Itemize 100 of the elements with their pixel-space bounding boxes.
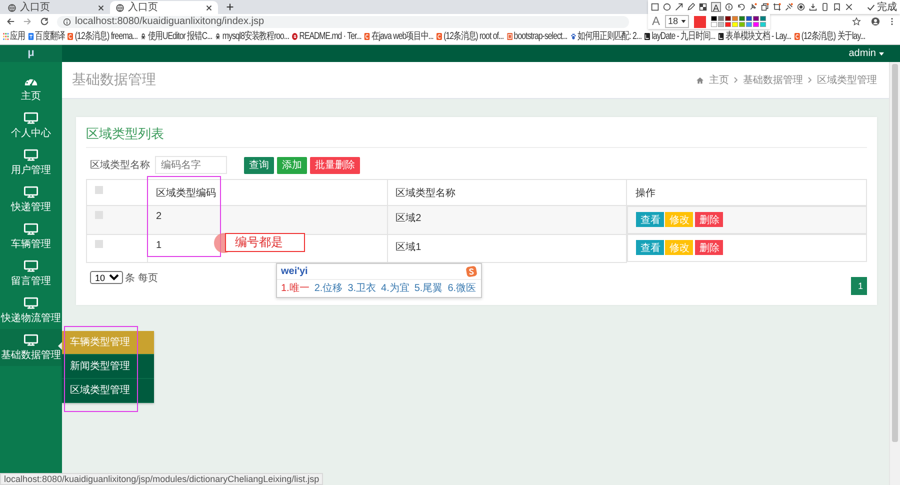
breadcrumb-item[interactable]: 基础数据管理 (743, 73, 803, 87)
circle-icon[interactable] (663, 3, 671, 11)
scrollbar[interactable] (889, 62, 900, 485)
bookmark[interactable]: 在java web项目中... (364, 30, 434, 42)
view-button[interactable]: 查看 (636, 240, 664, 255)
add-button[interactable]: 添加 (277, 156, 307, 174)
arrow-icon[interactable] (675, 3, 683, 11)
color-swatch[interactable] (718, 22, 724, 27)
page-size-label: 条 每页 (125, 272, 158, 284)
bookmark[interactable]: 如何用正则匹配: 2... (570, 30, 642, 42)
sidebar-item[interactable]: 车辆管理 (0, 218, 62, 255)
pin-icon[interactable] (785, 3, 793, 11)
pencil-icon[interactable] (687, 3, 695, 11)
mosaic-icon[interactable] (699, 3, 707, 11)
sidebar-item[interactable]: 留言管理 (0, 255, 62, 292)
ime-candidate[interactable]: 4.为宜 (381, 281, 410, 295)
text-tool[interactable]: A (711, 2, 721, 12)
submenu-item[interactable]: 区域类型管理 (62, 379, 154, 403)
color-swatch[interactable] (753, 16, 759, 21)
undo-icon[interactable] (737, 3, 745, 11)
bookmark[interactable]: layDate - 九日时间... (644, 30, 716, 42)
checkbox[interactable] (95, 186, 103, 194)
close-icon[interactable] (206, 4, 212, 10)
bookmark[interactable]: 百度翻译 (28, 30, 65, 42)
sidebar-item[interactable]: 快递管理 (0, 181, 62, 218)
color-swatch[interactable] (711, 16, 717, 21)
color-swatch[interactable] (739, 16, 745, 21)
star-icon[interactable] (852, 17, 861, 26)
menu-icon[interactable] (890, 17, 894, 26)
page-title: 基础数据管理 (72, 71, 156, 89)
close-icon[interactable] (98, 4, 104, 10)
bookmark[interactable]: bootstrap-select... (506, 30, 568, 42)
font-size-select[interactable]: 18 (665, 15, 690, 28)
color-swatch[interactable] (711, 22, 717, 27)
delete-button[interactable]: 删除 (695, 240, 724, 255)
color-swatch[interactable] (760, 16, 766, 21)
color-swatch[interactable] (746, 16, 752, 21)
bookmark[interactable]: 应用 (3, 30, 25, 42)
search-button[interactable]: 查询 (244, 156, 274, 174)
phone-icon[interactable] (821, 3, 829, 11)
eye-icon[interactable] (797, 3, 805, 11)
browser-tab[interactable]: 入口页 (2, 1, 110, 14)
close-icon[interactable] (845, 3, 853, 11)
color-swatch[interactable] (753, 22, 759, 27)
bookmark[interactable]: 表单模块文档 - Lay... (718, 30, 792, 42)
color-swatch[interactable] (760, 22, 766, 27)
bookmark[interactable]: mysql8安装教程roo... (215, 30, 290, 42)
done-button[interactable]: 完成 (867, 0, 897, 14)
delete-button[interactable]: 删除 (695, 212, 724, 227)
ime-candidate[interactable]: 2.位移 (314, 281, 343, 295)
crop-icon[interactable] (773, 3, 781, 11)
color-swatch[interactable] (725, 22, 731, 27)
back-icon[interactable] (6, 17, 15, 26)
breadcrumb-item[interactable]: 主页 (709, 73, 729, 87)
ime-candidate[interactable]: 5.尾翼 (414, 281, 443, 295)
bookmark[interactable]: README.md · Ter... (292, 30, 362, 42)
bookmark[interactable]: (12条消息) root of... (436, 30, 504, 42)
current-color-swatch[interactable] (694, 16, 706, 28)
pin-icon[interactable] (749, 3, 757, 11)
bookmark-icon[interactable] (833, 3, 841, 11)
new-tab-icon[interactable] (226, 3, 234, 11)
user-menu[interactable]: admin (848, 45, 900, 62)
app-logo[interactable]: μ (0, 45, 62, 62)
bookmark[interactable]: 使用UEditor 报错C... (140, 30, 212, 42)
profile-icon[interactable] (871, 17, 880, 26)
search-field[interactable]: 编码名字 (155, 156, 227, 174)
color-swatch[interactable] (725, 16, 731, 21)
ime-candidate[interactable]: 3.卫衣 (348, 281, 376, 295)
bookmark[interactable]: (12条消息) 关于lay... (794, 30, 866, 42)
address-field[interactable]: localhost:8080/kuaidiguanlixitong/index.jsp (57, 16, 629, 28)
color-swatch[interactable] (746, 22, 752, 27)
globe-icon (116, 4, 124, 12)
page-button[interactable]: 1 (851, 276, 867, 294)
delete-button[interactable]: 批量删除 (310, 156, 360, 174)
bookmark[interactable]: (12条消息) freema... (68, 30, 138, 42)
card-title: 区域类型列表 (86, 125, 867, 148)
submenu-item[interactable]: 新闻类型管理 (62, 355, 154, 379)
copy-icon[interactable] (761, 3, 769, 11)
view-button[interactable]: 查看 (636, 212, 664, 227)
ime-candidate[interactable]: 6.微医 (448, 281, 476, 295)
color-swatch[interactable] (718, 16, 724, 21)
sidebar-item[interactable]: 用户管理 (0, 144, 62, 181)
sidebar-item[interactable]: 主页 (0, 70, 62, 107)
sidebar-item[interactable]: 快递物流管理 (0, 292, 62, 329)
color-swatch[interactable] (732, 16, 738, 21)
table-cell: 区域1 (387, 234, 627, 262)
reload-icon[interactable] (40, 17, 49, 26)
number-icon[interactable] (725, 3, 733, 11)
sidebar-item[interactable]: 基础数据管理 (0, 329, 62, 366)
browser-tab[interactable]: 入口页 (110, 1, 218, 14)
color-swatch[interactable] (732, 22, 738, 27)
sidebar-item[interactable]: 个人中心 (0, 107, 62, 144)
rectangle-icon[interactable] (651, 3, 659, 11)
page-size-select[interactable]: 10 (90, 271, 123, 284)
checkbox[interactable] (95, 240, 103, 248)
download-icon[interactable] (809, 3, 817, 11)
color-swatch[interactable] (739, 22, 745, 27)
spider-icon (215, 33, 221, 40)
check-icon (867, 4, 875, 10)
ime-candidate[interactable]: 1.唯一 (281, 281, 310, 295)
